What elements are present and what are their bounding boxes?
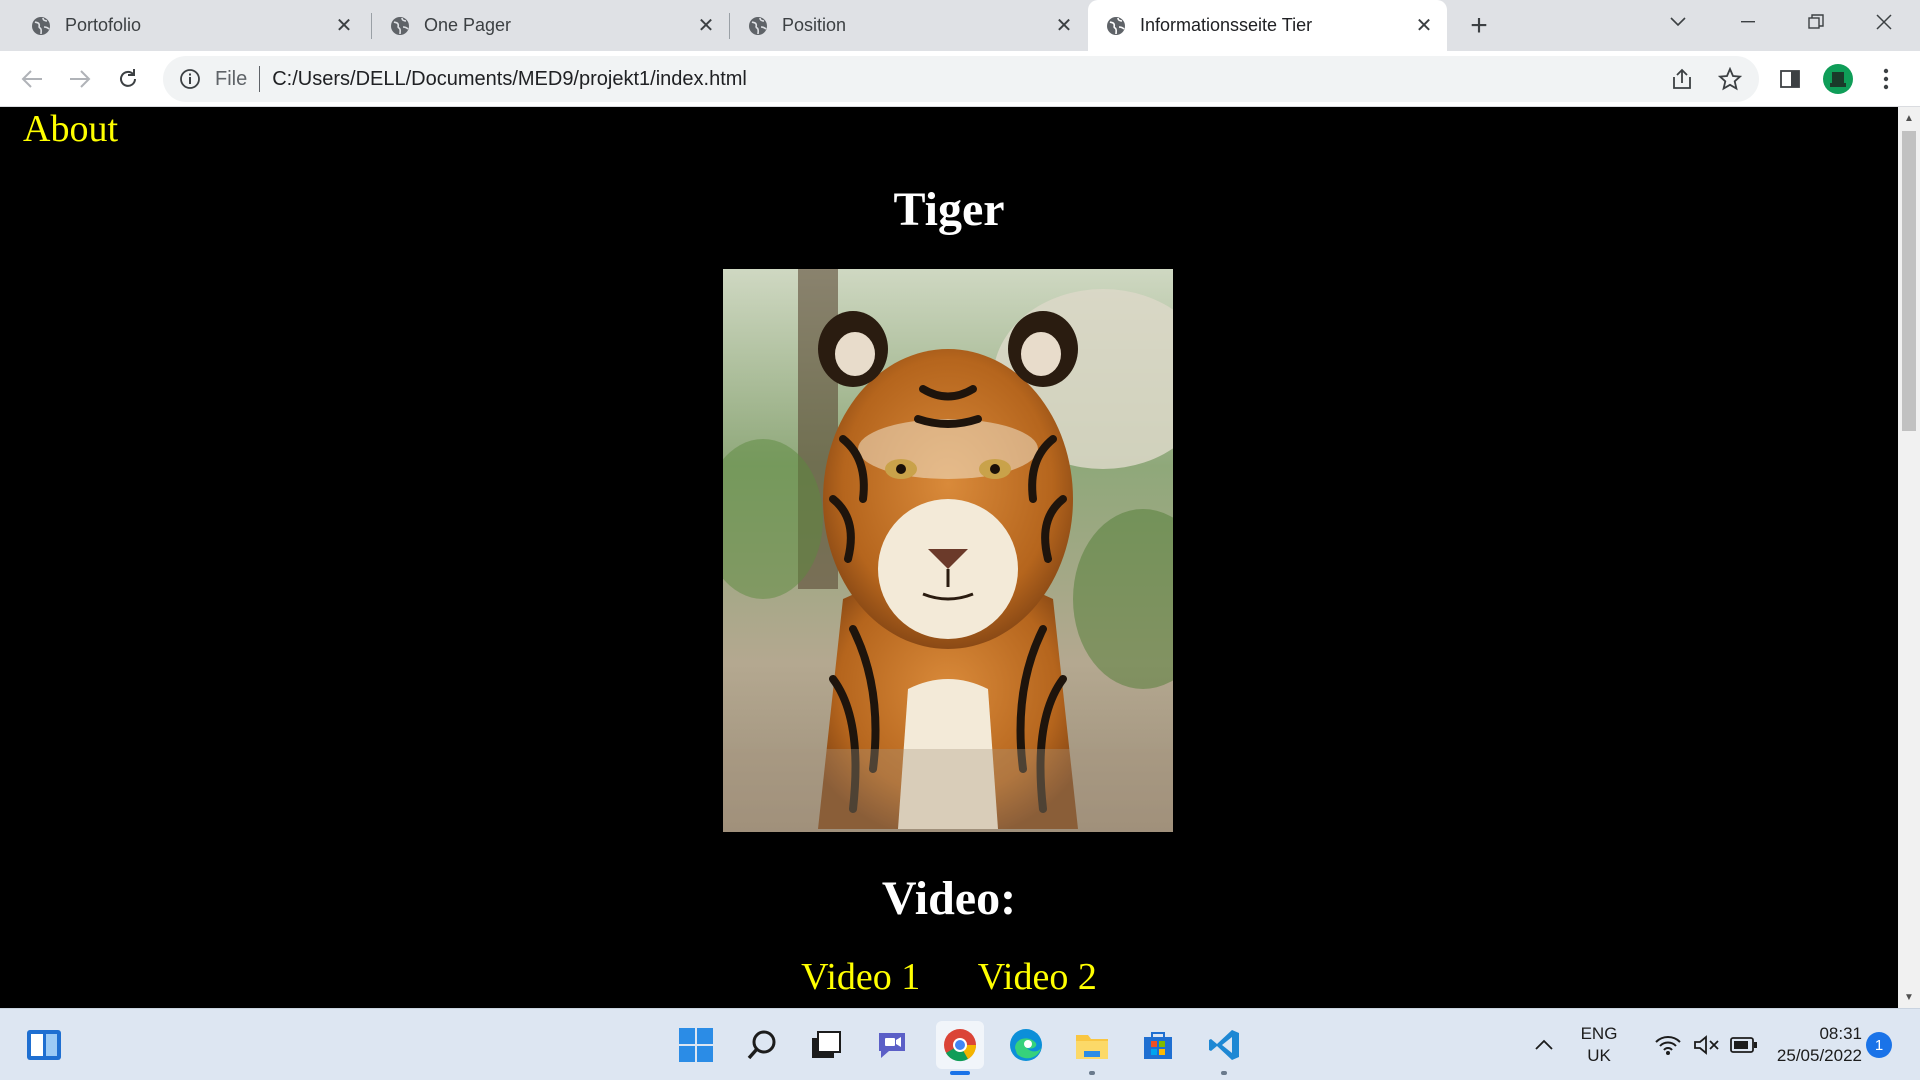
video-links: Video 1 Video 2	[0, 955, 1898, 999]
page-title: Tiger	[893, 183, 1005, 236]
arrow-left-icon	[21, 70, 42, 88]
tab-informationsseite-tier[interactable]: Informationsseite Tier ✕	[1088, 0, 1447, 51]
video-1-link[interactable]: Video 1	[801, 956, 920, 998]
tab-strip: Portofolio ✕ One Pager ✕ Position ✕ Info…	[0, 0, 1920, 51]
minimize-button[interactable]	[1718, 0, 1778, 44]
clock-time: 08:31	[1819, 1024, 1862, 1043]
tab-title: Informationsseite Tier	[1140, 15, 1313, 35]
task-view-button[interactable]	[802, 1021, 850, 1069]
running-indicator	[1221, 1071, 1227, 1075]
clock-date: 25/05/2022	[1776, 1046, 1862, 1065]
new-tab-button[interactable]: +	[1462, 9, 1496, 43]
vscode-icon	[1209, 1030, 1239, 1060]
tab-portofolio[interactable]: Portofolio ✕	[0, 0, 367, 51]
edge-icon	[1010, 1029, 1042, 1061]
arrow-right-icon	[70, 70, 91, 88]
menu-button[interactable]	[1868, 61, 1904, 97]
running-indicator	[1089, 1071, 1095, 1075]
chat-button[interactable]	[868, 1021, 916, 1069]
show-hidden-icons-button[interactable]	[1524, 1021, 1564, 1069]
language-region: UK	[1587, 1046, 1611, 1065]
scroll-thumb[interactable]	[1902, 131, 1916, 431]
close-window-button[interactable]	[1854, 0, 1914, 44]
video-heading: Video:	[881, 872, 1017, 925]
globe-icon	[1107, 16, 1125, 35]
file-explorer-button[interactable]	[1068, 1021, 1116, 1075]
wifi-icon	[1655, 1036, 1681, 1055]
scroll-up-arrow[interactable]: ▲	[1898, 109, 1920, 127]
globe-icon	[391, 16, 409, 35]
chat-icon	[879, 1033, 905, 1058]
address-bar[interactable]: File C:/Users/DELL/Documents/MED9/projek…	[163, 56, 1759, 102]
restore-icon	[1808, 14, 1824, 29]
page-scrollbar[interactable]: ▲ ▼	[1898, 107, 1920, 1008]
reload-button[interactable]	[110, 61, 146, 97]
close-icon	[1876, 14, 1892, 30]
security-label: File	[215, 67, 248, 90]
edge-button[interactable]	[1002, 1021, 1050, 1069]
about-link[interactable]: About	[23, 107, 118, 151]
widgets-button[interactable]	[20, 1021, 68, 1069]
tab-position[interactable]: Position ✕	[730, 0, 1087, 51]
star-icon	[1718, 67, 1742, 91]
chrome-taskbar-button[interactable]	[936, 1021, 984, 1075]
taskbar: ENG UK 08:31 25/05/2022	[0, 1008, 1920, 1080]
tab-search-button[interactable]	[1648, 0, 1708, 44]
vscode-button[interactable]	[1200, 1021, 1248, 1075]
language-code: ENG	[1580, 1024, 1618, 1043]
notification-badge[interactable]: 1	[1866, 1032, 1892, 1058]
minimize-icon	[1741, 21, 1755, 23]
profile-button[interactable]	[1820, 61, 1856, 97]
side-panel-button[interactable]	[1772, 61, 1808, 97]
volume-muted-icon	[1694, 1035, 1719, 1055]
tab-close-button[interactable]: ✕	[1049, 11, 1079, 41]
tab-close-button[interactable]: ✕	[329, 11, 359, 41]
share-icon	[1673, 68, 1691, 89]
back-button[interactable]	[14, 61, 50, 97]
info-icon[interactable]	[179, 68, 201, 90]
store-icon	[1144, 1032, 1172, 1059]
start-button[interactable]	[672, 1021, 720, 1069]
chevron-up-icon	[1535, 1039, 1553, 1050]
video-2-link[interactable]: Video 2	[978, 956, 1097, 998]
search-icon	[747, 1030, 776, 1060]
tiger-photo	[723, 269, 1173, 832]
globe-icon	[32, 16, 50, 35]
page-viewport: About Tiger Video: Video 1 Video 2	[0, 107, 1898, 1008]
more-vertical-icon	[1883, 68, 1889, 90]
forward-button[interactable]	[62, 61, 98, 97]
language-indicator[interactable]: ENG UK	[1570, 1023, 1628, 1067]
chevron-down-icon	[1670, 17, 1686, 27]
tab-title: One Pager	[424, 15, 512, 35]
search-button[interactable]	[738, 1021, 786, 1069]
folder-icon	[1076, 1035, 1108, 1059]
task-view-icon	[812, 1031, 841, 1058]
avatar	[1823, 64, 1853, 94]
tab-title: Position	[782, 15, 847, 35]
tab-title: Portofolio	[65, 15, 142, 35]
scroll-down-arrow[interactable]: ▼	[1898, 988, 1920, 1006]
widgets-icon	[27, 1030, 61, 1060]
tab-one-pager[interactable]: One Pager ✕	[372, 0, 729, 51]
reload-icon	[120, 69, 136, 87]
active-indicator	[950, 1071, 970, 1075]
restore-button[interactable]	[1786, 0, 1846, 44]
tab-close-button[interactable]: ✕	[1409, 11, 1439, 41]
chrome-icon	[944, 1029, 977, 1062]
clock[interactable]: 08:31 25/05/2022	[1752, 1023, 1862, 1067]
windows-logo-icon	[679, 1028, 713, 1062]
browser-toolbar: File C:/Users/DELL/Documents/MED9/projek…	[0, 51, 1920, 107]
globe-icon	[749, 16, 767, 35]
tab-close-button[interactable]: ✕	[691, 11, 721, 41]
address-divider	[259, 66, 261, 92]
share-button[interactable]	[1664, 61, 1700, 97]
side-panel-icon	[1780, 70, 1800, 88]
store-button[interactable]	[1134, 1021, 1182, 1069]
bookmark-button[interactable]	[1712, 61, 1748, 97]
url-text[interactable]: C:/Users/DELL/Documents/MED9/projekt1/in…	[272, 68, 747, 91]
